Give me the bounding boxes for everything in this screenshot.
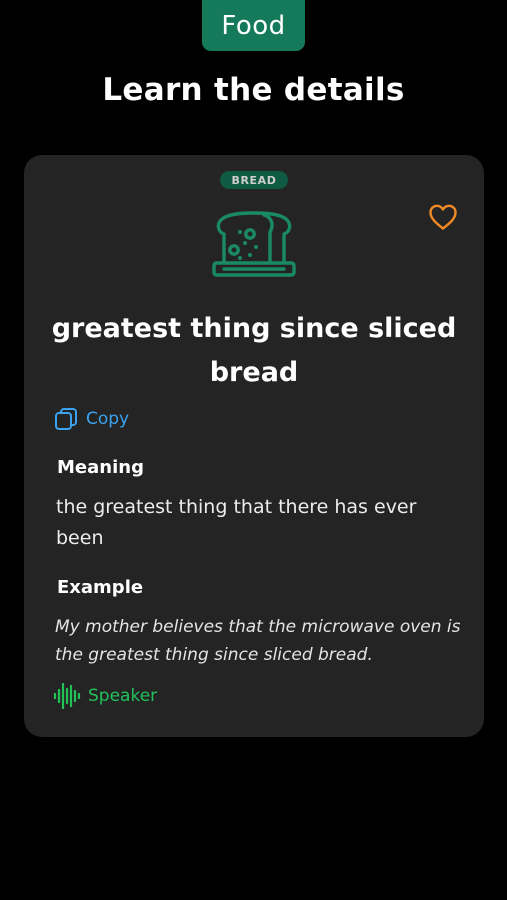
meaning-text: the greatest thing that there has ever b… xyxy=(56,496,417,549)
favorite-button[interactable] xyxy=(426,201,460,233)
copy-label: Copy xyxy=(86,409,130,429)
phrase-card: BREAD greatest thing since sliced bread … xyxy=(24,155,484,737)
heart-outline-icon xyxy=(429,204,457,230)
copy-icon xyxy=(55,408,77,430)
bread-toast-icon xyxy=(212,211,296,277)
category-tab[interactable]: Food xyxy=(202,0,305,51)
copy-button[interactable]: Copy xyxy=(54,405,129,433)
speaker-label: Speaker xyxy=(88,686,158,706)
example-text: My mother believes that the microwave ov… xyxy=(55,617,461,665)
page-title: Learn the details xyxy=(102,72,405,108)
phrase-title: greatest thing since sliced bread xyxy=(51,313,457,388)
category-badge: BREAD xyxy=(220,171,288,189)
sound-wave-icon xyxy=(53,682,81,710)
example-heading: Example xyxy=(57,577,144,598)
speaker-button[interactable]: Speaker xyxy=(52,680,157,712)
meaning-heading: Meaning xyxy=(57,457,144,478)
phrase-detail-screen: Food Learn the details BREAD greatest th… xyxy=(0,0,507,900)
